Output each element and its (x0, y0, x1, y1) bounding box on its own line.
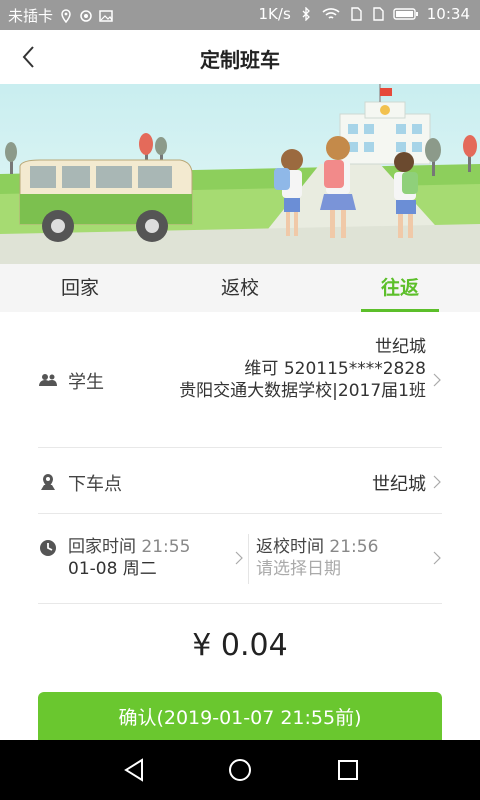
system-nav-bar (0, 740, 480, 800)
location-icon (61, 8, 71, 23)
page-title: 定制班车 (200, 48, 280, 72)
battery-icon (393, 8, 418, 20)
return-time-label: 返校时间 (256, 537, 324, 557)
network-speed: 1K/s (258, 5, 291, 23)
image-icon (99, 9, 113, 22)
return-date-placeholder: 请选择日期 (256, 559, 341, 579)
chevron-right-icon (235, 551, 243, 565)
home-date-value: 01-08 周二 (68, 559, 157, 579)
home-time-label: 回家时间 (68, 537, 136, 557)
sim-icon (351, 7, 362, 21)
tab-go-home[interactable]: 回家 (0, 264, 160, 312)
clock-icon (40, 540, 56, 556)
return-time-value: 21:56 (329, 537, 379, 557)
recents-square-icon[interactable] (334, 756, 362, 784)
student-location: 世纪城 (375, 337, 426, 357)
wifi-icon (322, 8, 340, 19)
home-time-picker[interactable]: 回家时间 21:55 01-08 周二 (68, 536, 190, 580)
tab-return-school[interactable]: 返校 (160, 264, 320, 312)
student-selector[interactable]: 学生 世纪城 维可 520115****2828 贵阳交通大数据学校|2017届… (38, 330, 442, 448)
chevron-right-icon (433, 475, 441, 489)
student-info: 世纪城 维可 520115****2828 贵阳交通大数据学校|2017届1班 (156, 336, 426, 402)
time-selector-row: 回家时间 21:55 01-08 周二 返校时间 21:56 请选择日期 (38, 514, 442, 604)
clock-text: 10:34 (426, 5, 470, 23)
sim-icon (373, 7, 384, 21)
back-triangle-icon[interactable] (120, 756, 148, 784)
banner-illustration (0, 84, 480, 264)
trip-type-tabs: 回家 返校 往返 (0, 264, 480, 312)
student-school: 贵阳交通大数据学校|2017届1班 (179, 381, 426, 401)
status-bar: 未插卡 1K/s 10:34 (0, 0, 480, 30)
people-icon (39, 374, 57, 386)
divider (248, 534, 249, 584)
student-name-id: 维可 520115****2828 (244, 359, 426, 379)
chevron-right-icon (433, 551, 441, 565)
carrier-text: 未插卡 (8, 7, 54, 25)
price-total: ¥ 0.04 (192, 628, 288, 663)
return-time-picker[interactable]: 返校时间 21:56 请选择日期 (256, 536, 378, 580)
eye-icon (80, 9, 92, 22)
home-circle-icon[interactable] (226, 756, 254, 784)
tab-round-trip[interactable]: 往返 (320, 264, 480, 312)
dropoff-selector[interactable]: 下车点 世纪城 (38, 448, 442, 514)
map-pin-icon (41, 474, 55, 490)
bluetooth-icon (302, 7, 310, 21)
student-label: 学生 (68, 372, 104, 393)
home-time-value: 21:55 (141, 537, 191, 557)
app-header: 定制班车 (0, 30, 480, 84)
dropoff-value: 世纪城 (372, 474, 426, 495)
chevron-right-icon (433, 373, 441, 387)
dropoff-label: 下车点 (68, 474, 122, 495)
